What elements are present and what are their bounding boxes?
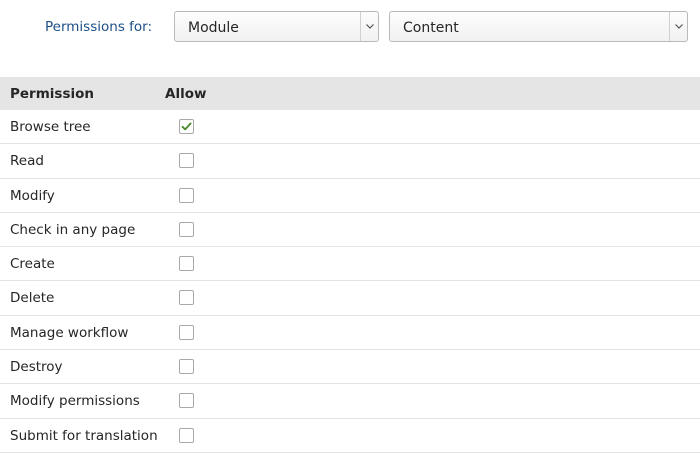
- permission-column-header: Permission: [10, 86, 94, 102]
- table-row: Create: [0, 247, 700, 282]
- resource-select[interactable]: Content: [389, 11, 688, 42]
- resource-select-value: Content: [403, 20, 459, 36]
- table-row: Browse tree: [0, 110, 700, 145]
- table-row: Modify permissions: [0, 384, 700, 419]
- allow-checkbox[interactable]: [179, 119, 194, 134]
- permission-label: Manage workflow: [10, 324, 129, 341]
- permissions-filter-bar: Permissions for: Module Content: [0, 11, 700, 44]
- permission-label: Destroy: [10, 359, 63, 376]
- permission-label: Delete: [10, 290, 55, 307]
- table-body: Browse tree Read Modify Check in any page Cr…: [0, 110, 700, 453]
- table-row: Submit for translation: [0, 419, 700, 453]
- table-row: Check in any page: [0, 213, 700, 248]
- allow-checkbox[interactable]: [179, 153, 194, 169]
- permissions-page: Permissions for: Module Content Permissi…: [0, 0, 700, 466]
- table-header: Permission Allow: [0, 77, 700, 110]
- allow-checkbox[interactable]: [179, 324, 194, 340]
- check-icon: [181, 122, 192, 131]
- allow-checkbox[interactable]: [179, 221, 194, 237]
- permission-label: Browse tree: [10, 119, 91, 135]
- allow-checkbox[interactable]: [179, 359, 194, 375]
- allow-checkbox[interactable]: [179, 427, 194, 443]
- allow-checkbox[interactable]: [179, 290, 194, 306]
- permission-label: Modify permissions: [10, 393, 140, 410]
- allow-checkbox[interactable]: [179, 256, 194, 272]
- module-type-select[interactable]: Module: [174, 11, 379, 42]
- table-row: Manage workflow: [0, 316, 700, 351]
- permission-label: Check in any page: [10, 221, 136, 238]
- table-row: Modify: [0, 179, 700, 213]
- permission-label: Create: [10, 256, 55, 273]
- permission-label: Read: [10, 153, 44, 170]
- permission-label: Modify: [10, 187, 55, 204]
- chevron-down-icon[interactable]: [360, 12, 378, 41]
- allow-checkbox[interactable]: [179, 393, 194, 409]
- allow-column-header: Allow: [165, 86, 207, 102]
- allow-checkbox[interactable]: [179, 187, 194, 203]
- permissions-table: Permission Allow Browse tree Read Modify Ch…: [0, 77, 700, 453]
- permissions-for-label: Permissions for:: [45, 19, 153, 35]
- module-type-select-value: Module: [188, 20, 239, 36]
- table-row: Delete: [0, 281, 700, 316]
- permission-label: Submit for translation: [10, 427, 158, 444]
- table-row: Destroy: [0, 350, 700, 385]
- chevron-down-icon[interactable]: [669, 12, 687, 41]
- table-row: Read: [0, 144, 700, 179]
